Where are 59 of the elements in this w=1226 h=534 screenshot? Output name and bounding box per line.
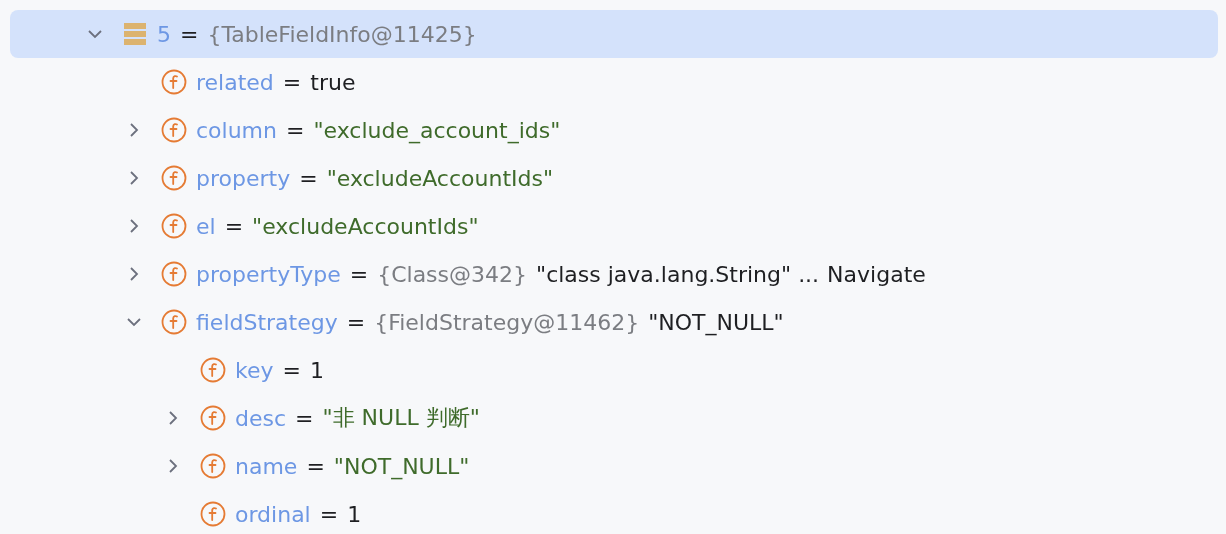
tree-row[interactable]: 5 = {TableFieldInfo@11425}	[10, 10, 1218, 58]
object-type: {Class@342}	[377, 261, 528, 287]
variable-name: desc	[235, 405, 287, 431]
tree-row[interactable]: ordinal = 1	[10, 490, 1218, 534]
field-icon	[200, 405, 226, 431]
navigate-link[interactable]: Navigate	[827, 261, 926, 287]
variable-value: "excludeAccountIds"	[252, 213, 479, 239]
ellipsis: ...	[798, 261, 820, 287]
variable-name: ordinal	[235, 501, 311, 527]
variable-value: true	[310, 69, 356, 95]
tree-row[interactable]: key = 1	[10, 346, 1218, 394]
tree-row[interactable]: name = "NOT_NULL"	[10, 442, 1218, 490]
variable-value: "非 NULL 判断"	[322, 404, 480, 432]
variable-name: propertyType	[196, 261, 341, 287]
variable-name: el	[196, 213, 216, 239]
equals-sign: =	[286, 117, 305, 143]
variable-value: "exclude_account_ids"	[313, 117, 561, 143]
equals-sign: =	[282, 357, 301, 383]
equals-sign: =	[346, 309, 366, 335]
equals-sign: =	[224, 213, 244, 239]
tree-row[interactable]: propertyType = {Class@342} "class java.lang.String" ... Navigate	[10, 250, 1218, 298]
tree-row[interactable]: desc = "非 NULL 判断"	[10, 394, 1218, 442]
tree-row[interactable]: column = "exclude_account_ids"	[10, 106, 1218, 154]
list-icon	[123, 22, 147, 46]
variable-value: "NOT_NULL"	[648, 309, 784, 335]
equals-sign: =	[180, 21, 199, 47]
field-icon	[161, 261, 187, 287]
field-icon	[161, 117, 187, 143]
variable-value: "class java.lang.String"	[536, 261, 792, 287]
variable-name: column	[196, 117, 277, 143]
variable-name: property	[196, 165, 291, 191]
field-icon	[161, 165, 187, 191]
object-type: {TableFieldInfo@11425}	[207, 21, 477, 47]
field-icon	[161, 309, 187, 335]
tree-row[interactable]: property = "excludeAccountIds"	[10, 154, 1218, 202]
variable-name: name	[235, 453, 298, 479]
tree-row[interactable]: el = "excludeAccountIds"	[10, 202, 1218, 250]
variable-name: 5	[157, 21, 171, 47]
variable-name: key	[235, 357, 274, 383]
field-icon	[200, 357, 226, 383]
variable-value: "NOT_NULL"	[333, 453, 470, 479]
field-icon	[161, 69, 187, 95]
variable-value: 1	[347, 501, 362, 527]
variable-value: 1	[309, 357, 324, 383]
equals-sign: =	[299, 165, 318, 191]
equals-sign: =	[306, 453, 325, 479]
equals-sign: =	[349, 261, 369, 287]
variable-name: fieldStrategy	[196, 309, 338, 335]
object-type: {FieldStrategy@11462}	[374, 309, 640, 335]
equals-sign: =	[295, 405, 314, 431]
equals-sign: =	[282, 69, 302, 95]
tree-row[interactable]: related = true	[10, 58, 1218, 106]
field-icon	[200, 501, 226, 527]
equals-sign: =	[319, 501, 339, 527]
field-icon	[200, 453, 226, 479]
variable-value: "excludeAccountIds"	[326, 165, 554, 191]
variable-name: related	[196, 69, 274, 95]
field-icon	[161, 213, 187, 239]
tree-row[interactable]: fieldStrategy = {FieldStrategy@11462} "NOT_NULL"	[10, 298, 1218, 346]
